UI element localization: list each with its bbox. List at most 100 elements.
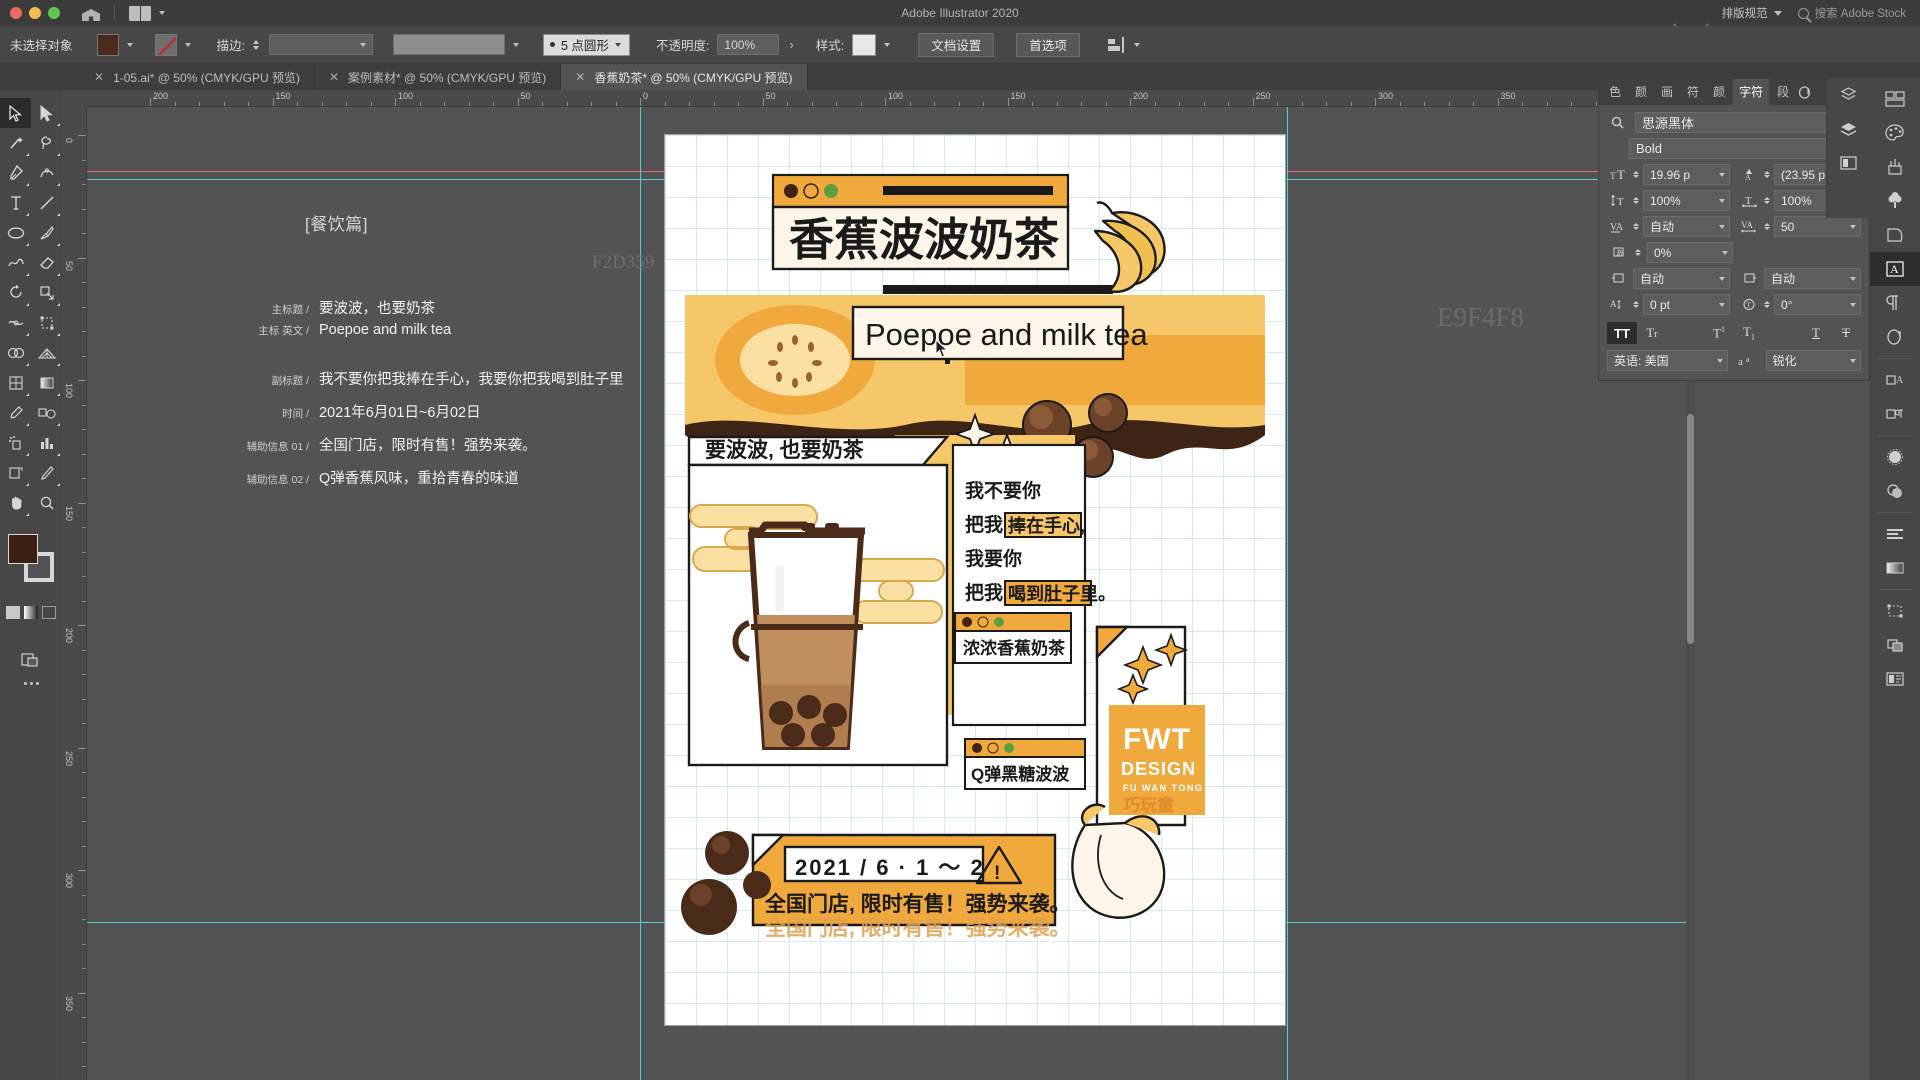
document-tab-3[interactable]: ✕ 香蕉奶茶* @ 50% (CMYK/GPU 预览) [561,64,808,90]
horizontal-scale-stepper[interactable] [1764,197,1770,204]
free-transform-tool[interactable] [31,308,62,338]
libraries-icon[interactable] [1827,78,1870,112]
width-tool[interactable] [0,308,31,338]
perspective-grid-tool[interactable] [31,338,62,368]
blend-tool[interactable] [31,398,62,428]
lasso-tool[interactable] [31,128,62,158]
chevron-down-icon[interactable] [1133,42,1140,47]
brief-value[interactable]: Q弹香蕉风味，重拾青春的味道 [319,467,519,488]
stroke-color-swatch[interactable] [154,33,177,56]
align-panel-icon[interactable] [1870,517,1920,551]
document-setup-button[interactable]: 文档设置 [918,32,995,57]
eyedropper-tool[interactable] [0,398,31,428]
document-tab-1[interactable]: ✕ 1-05.ai* @ 50% (CMYK/GPU 预览) [80,64,315,90]
close-icon[interactable]: ✕ [94,70,104,84]
proportional-spacing-stepper[interactable] [1635,249,1641,256]
stock-search[interactable]: 搜索 Adobe Stock [1797,5,1906,21]
brushes-icon[interactable] [1870,184,1920,218]
paintbrush-tool[interactable] [31,218,62,248]
proportional-spacing-field[interactable]: 0% [1647,242,1733,263]
vertical-scale-field[interactable]: 100% [1643,190,1730,211]
close-icon[interactable]: ✕ [329,70,339,84]
language-field[interactable]: 英语: 美国 [1607,350,1728,371]
character-styles-icon[interactable]: A [1870,363,1920,397]
chevron-down-icon[interactable] [159,11,165,15]
ellipse-tool[interactable] [0,218,31,248]
kerning-field[interactable]: 自动 [1643,216,1730,237]
character-rotation-field[interactable]: 0° [1774,294,1861,315]
eraser-tool[interactable] [31,248,62,278]
baseline-shift-field[interactable]: 0 pt [1643,294,1730,315]
opentype-panel-icon[interactable] [1870,320,1920,354]
pen-tool[interactable] [0,158,31,188]
magic-wand-tool[interactable] [0,128,31,158]
more-tools-icon[interactable] [0,674,62,693]
close-window-icon[interactable] [10,7,22,19]
scale-tool[interactable] [31,278,62,308]
slice-tool[interactable] [31,458,62,488]
tab-paragraph[interactable]: 段 [1771,79,1795,105]
horizontal-ruler[interactable]: 20015010050050100150200250300350400 [87,90,1695,107]
vertical-scale-stepper[interactable] [1633,197,1639,204]
stroke-weight-field[interactable] [269,34,373,55]
color-guide-icon[interactable] [1870,150,1920,184]
graphic-style-swatch[interactable] [852,33,877,56]
artboards-icon[interactable] [1827,146,1870,180]
anti-alias-field[interactable]: 锐化 [1765,350,1861,371]
character-panel-icon[interactable]: A [1870,252,1920,286]
font-size-stepper[interactable] [1633,171,1639,178]
tab-character[interactable]: 字符 [1733,79,1770,105]
appearance-icon[interactable] [1870,440,1920,474]
chevron-down-icon[interactable] [884,42,891,47]
chevron-down-icon[interactable] [184,42,191,47]
pathfinder-icon[interactable] [1870,628,1920,662]
align-icon[interactable] [1107,36,1126,53]
shaper-tool[interactable] [0,248,31,278]
symbols-icon[interactable] [1870,218,1920,252]
tab-color-guide[interactable]: 颜 [1629,79,1653,105]
chevron-down-icon[interactable] [126,42,133,47]
fill-color-swatch[interactable] [96,33,119,56]
column-graph-tool[interactable] [31,428,62,458]
brief-value[interactable]: 全国门店，限时有售！强势来袭。 [319,434,537,455]
opacity-expand-icon[interactable]: › [787,37,795,52]
kerning-stepper[interactable] [1633,223,1639,230]
tracking-stepper[interactable] [1764,223,1770,230]
tab-symbols[interactable]: 符 [1681,79,1705,105]
color-palette-icon[interactable] [1870,116,1920,150]
stroke-profile-field[interactable]: 5 点圆形 [543,33,630,56]
baseline-shift-stepper[interactable] [1633,301,1639,308]
character-rotation-stepper[interactable] [1764,301,1770,308]
paragraph-icon[interactable] [1870,286,1920,320]
artboard-canvas[interactable]: [餐饮篇] F2D359 E9F4F8 主标题 / 要波波，也要奶茶 主标 英文… [87,107,1695,1080]
mesh-tool[interactable] [0,368,31,398]
paragraph-styles-icon[interactable] [1870,397,1920,431]
symbol-sprayer-tool[interactable] [0,428,31,458]
vertical-ruler[interactable]: 050100150200250300350400 [62,107,87,1080]
artboards-panel-icon[interactable] [1870,662,1920,696]
gradient-swatch-icon[interactable] [24,606,38,619]
tab-color[interactable]: 色 [1603,79,1627,105]
direct-selection-tool[interactable] [31,98,62,128]
subscript-button[interactable]: T1 [1734,322,1764,344]
tab-brushes[interactable]: 画 [1655,79,1679,105]
chevron-down-icon[interactable] [513,42,519,47]
brief-value[interactable]: Poepoe and milk tea [319,322,451,338]
home-icon[interactable] [82,5,100,21]
arrange-documents-icon[interactable] [129,5,151,21]
gradient-tool[interactable] [31,368,62,398]
artboard-tool[interactable] [0,458,31,488]
brief-value[interactable]: 我不要你把我捧在手心，我要你把我喝到肚子里 [319,368,624,389]
curvature-tool[interactable] [31,158,62,188]
preferences-button[interactable]: 首选项 [1016,32,1080,57]
minimize-window-icon[interactable] [29,7,41,19]
small-caps-button[interactable]: Tr [1637,322,1667,344]
zoom-tool[interactable] [31,488,62,518]
tsume-left-field[interactable]: 自动 [1633,268,1730,289]
scrollbar-thumb[interactable] [1687,414,1694,644]
font-search-icon[interactable] [1607,116,1629,129]
properties-icon[interactable] [1870,82,1920,116]
transparency-icon[interactable] [1870,474,1920,508]
maximize-window-icon[interactable] [48,7,60,19]
poster-artwork[interactable]: 香蕉波波奶茶 Poepoe and milk tea 要波波, 也要奶茶 我不要… [665,135,1285,1025]
